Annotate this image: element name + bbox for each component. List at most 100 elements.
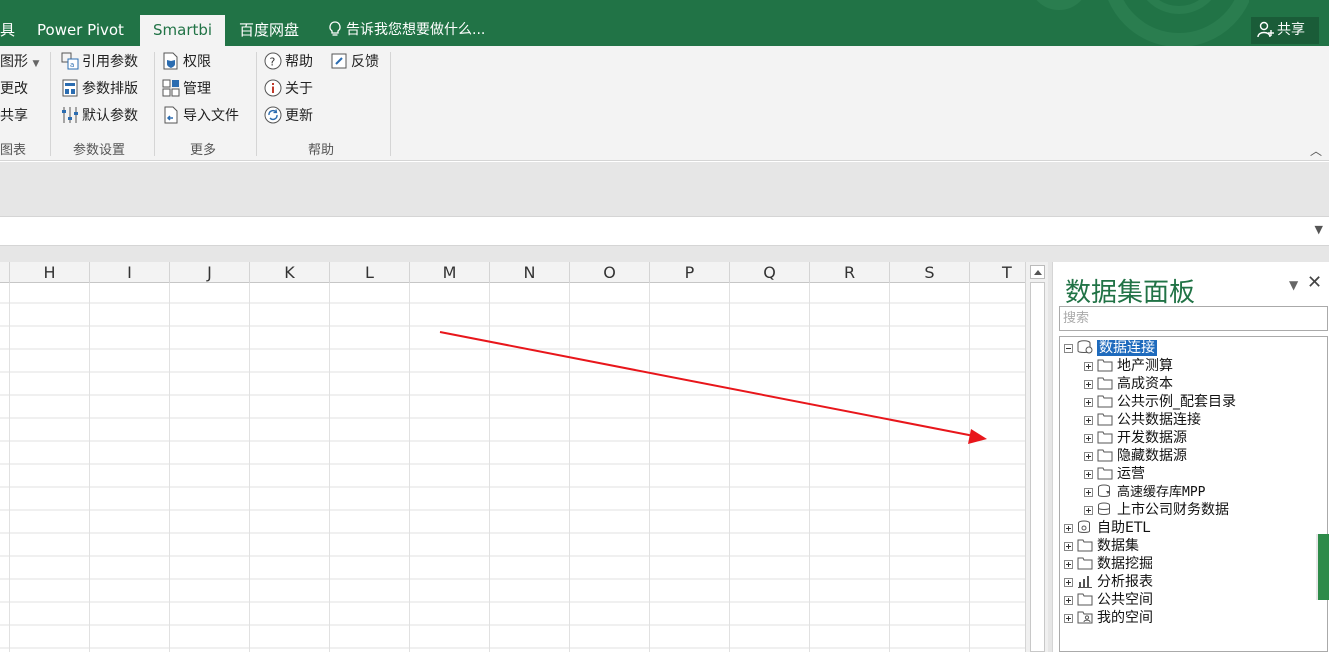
- tree-node-reports[interactable]: 分析报表: [1064, 573, 1153, 591]
- about-button[interactable]: 关于: [264, 78, 313, 100]
- expand-toggle-icon[interactable]: [1084, 434, 1093, 443]
- dropdown-arrow-icon: ▼: [32, 59, 40, 69]
- spacer: [0, 246, 1329, 262]
- lightbulb-icon: [329, 21, 341, 36]
- column-header[interactable]: T: [970, 262, 1025, 283]
- tree-node-folder[interactable]: 开发数据源: [1084, 429, 1187, 447]
- group-separator: [50, 52, 51, 156]
- collapse-ribbon-icon[interactable]: ︿: [1310, 142, 1322, 159]
- scroll-up-icon[interactable]: [1030, 265, 1045, 279]
- tree-node-folder[interactable]: 地产测算: [1084, 357, 1173, 375]
- chart-share-button[interactable]: 共享: [0, 105, 28, 127]
- tree-node-folder[interactable]: 数据挖掘: [1064, 555, 1153, 573]
- expand-toggle-icon[interactable]: [1064, 578, 1073, 587]
- tree-node-folder[interactable]: 高成资本: [1084, 375, 1173, 393]
- tab-smartbi[interactable]: Smartbi: [140, 15, 226, 46]
- title-decoration: [1036, 0, 1249, 46]
- expand-toggle-icon[interactable]: [1084, 380, 1093, 389]
- tree-node-my-space[interactable]: 我的空间: [1064, 609, 1153, 627]
- expand-toggle-icon[interactable]: [1084, 398, 1093, 407]
- chart-shape-button[interactable]: 图形 ▼: [0, 51, 39, 73]
- tree-node-folder[interactable]: 公共数据连接: [1084, 411, 1201, 429]
- tree-node-folder[interactable]: 公共空间: [1064, 591, 1153, 609]
- folder-icon: [1097, 431, 1113, 444]
- manage-button[interactable]: 管理: [162, 78, 211, 100]
- permissions-button[interactable]: 权限: [162, 51, 211, 73]
- tree-node-label: 公共示例_配套目录: [1117, 394, 1236, 410]
- params-group-label: 参数设置: [73, 143, 126, 158]
- etl-icon: [1078, 520, 1090, 533]
- column-header[interactable]: H: [10, 262, 90, 283]
- tree-node-folder[interactable]: 隐藏数据源: [1084, 447, 1187, 465]
- formula-bar[interactable]: ▼: [0, 216, 1329, 246]
- folder-icon: [1097, 359, 1113, 372]
- folder-icon: [1077, 593, 1093, 606]
- worksheet-grid[interactable]: H I J K L M N O P Q R S T: [0, 262, 1025, 652]
- expand-toggle-icon[interactable]: [1064, 524, 1073, 533]
- update-button[interactable]: 更新: [264, 105, 313, 127]
- cell-gridlines: [0, 283, 1025, 652]
- tree-node-label: 自助ETL: [1097, 520, 1151, 536]
- expand-toggle-icon[interactable]: [1084, 362, 1093, 371]
- close-icon[interactable]: ✕: [1307, 272, 1322, 293]
- column-header[interactable]: Q: [730, 262, 810, 283]
- manage-label: 管理: [183, 81, 211, 97]
- column-header[interactable]: R: [810, 262, 890, 283]
- column-header[interactable]: N: [490, 262, 570, 283]
- tree-node-data-connections[interactable]: 数据连接: [1064, 339, 1157, 357]
- import-file-button[interactable]: 导入文件: [162, 105, 239, 127]
- share-button[interactable]: 共享: [1251, 17, 1319, 44]
- user-folder-icon: [1077, 611, 1093, 624]
- tree-node-database[interactable]: 上市公司财务数据: [1084, 501, 1229, 519]
- scroll-thumb[interactable]: [1030, 282, 1045, 652]
- dataset-search-input[interactable]: 搜索: [1059, 306, 1328, 331]
- tell-me-search[interactable]: 告诉我您想要做什么...: [328, 15, 485, 46]
- column-header[interactable]: M: [410, 262, 490, 283]
- expand-toggle-icon[interactable]: [1064, 560, 1073, 569]
- tree-node-etl[interactable]: 自助ETL: [1064, 519, 1150, 537]
- expand-toggle-icon[interactable]: [1064, 614, 1073, 623]
- tree-node-label: 运营: [1117, 466, 1145, 482]
- expand-toggle-icon[interactable]: [1064, 542, 1073, 551]
- help-label: 帮助: [285, 54, 313, 70]
- expand-toggle-icon[interactable]: [1084, 452, 1093, 461]
- reference-params-button[interactable]: a 引用参数: [61, 51, 138, 73]
- column-header[interactable]: I: [90, 262, 170, 283]
- help-button[interactable]: ? 帮助: [264, 51, 313, 73]
- column-header[interactable]: L: [330, 262, 410, 283]
- param-layout-button[interactable]: 参数排版: [61, 78, 138, 100]
- tree-node-label: 开发数据源: [1117, 430, 1187, 446]
- column-header[interactable]: O: [570, 262, 650, 283]
- vertical-scrollbar[interactable]: [1025, 262, 1048, 652]
- expand-toggle-icon[interactable]: [1064, 596, 1073, 605]
- expand-toggle-icon[interactable]: [1084, 416, 1093, 425]
- expand-toggle-icon[interactable]: [1084, 506, 1093, 515]
- collapse-toggle-icon[interactable]: [1064, 344, 1073, 353]
- expand-toggle-icon[interactable]: [1084, 488, 1093, 497]
- default-params-button[interactable]: 默认参数: [61, 105, 138, 127]
- group-separator: [256, 52, 257, 156]
- chart-shape-label: 图形: [0, 54, 28, 70]
- column-header[interactable]: J: [170, 262, 250, 283]
- feedback-button[interactable]: 反馈: [330, 51, 379, 73]
- tree-node-database[interactable]: 高速缓存库MPP: [1084, 483, 1205, 501]
- expand-toggle-icon[interactable]: [1084, 470, 1093, 479]
- folder-icon: [1097, 377, 1113, 390]
- tell-me-text: 告诉我您想要做什么...: [346, 22, 486, 38]
- tree-node-folder[interactable]: 运营: [1084, 465, 1145, 483]
- tree-scrollbar-thumb[interactable]: [1316, 534, 1329, 600]
- expand-formula-icon[interactable]: ▼: [1315, 223, 1323, 236]
- column-header[interactable]: P: [650, 262, 730, 283]
- update-label: 更新: [285, 108, 313, 124]
- tab-partial[interactable]: 具: [0, 15, 15, 46]
- tab-power-pivot[interactable]: Power Pivot: [37, 15, 124, 46]
- tree-node-folder[interactable]: 数据集: [1064, 537, 1139, 555]
- chart-modify-button[interactable]: 更改: [0, 78, 28, 100]
- tree-node-folder[interactable]: 公共示例_配套目录: [1084, 393, 1236, 411]
- column-header[interactable]: K: [250, 262, 330, 283]
- tab-baidu-netdisk[interactable]: 百度网盘: [239, 15, 299, 46]
- dataset-tree[interactable]: 数据连接 地产测算 高成资本 公共示例_配套目录 公共数据连接 开发数据源 隐藏…: [1059, 336, 1328, 652]
- column-header[interactable]: S: [890, 262, 970, 283]
- panel-options-icon[interactable]: ▼: [1289, 278, 1298, 292]
- reference-param-icon: a: [61, 52, 79, 70]
